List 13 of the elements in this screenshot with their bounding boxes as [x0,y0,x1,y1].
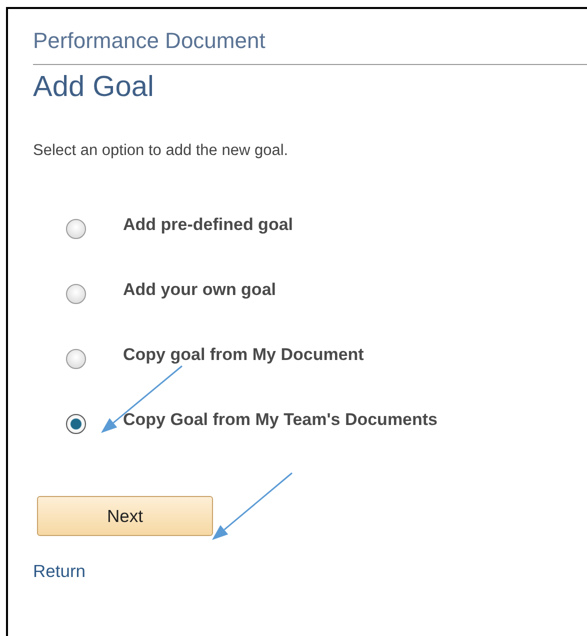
radio-button[interactable] [66,284,86,304]
radio-button[interactable] [66,349,86,369]
instruction-text: Select an option to add the new goal. [33,141,290,161]
return-link[interactable]: Return [33,561,86,581]
option-label[interactable]: Add pre-defined goal [123,215,293,235]
radio-button[interactable] [66,414,86,434]
option-label[interactable]: Add your own goal [123,280,276,300]
next-button[interactable]: Next [37,496,213,536]
option-label[interactable]: Copy Goal from My Team's Documents [123,410,438,430]
section-title: Performance Document [33,27,266,55]
radio-button[interactable] [66,219,86,239]
option-label[interactable]: Copy goal from My Document [123,345,364,365]
page-title: Add Goal [33,70,155,105]
